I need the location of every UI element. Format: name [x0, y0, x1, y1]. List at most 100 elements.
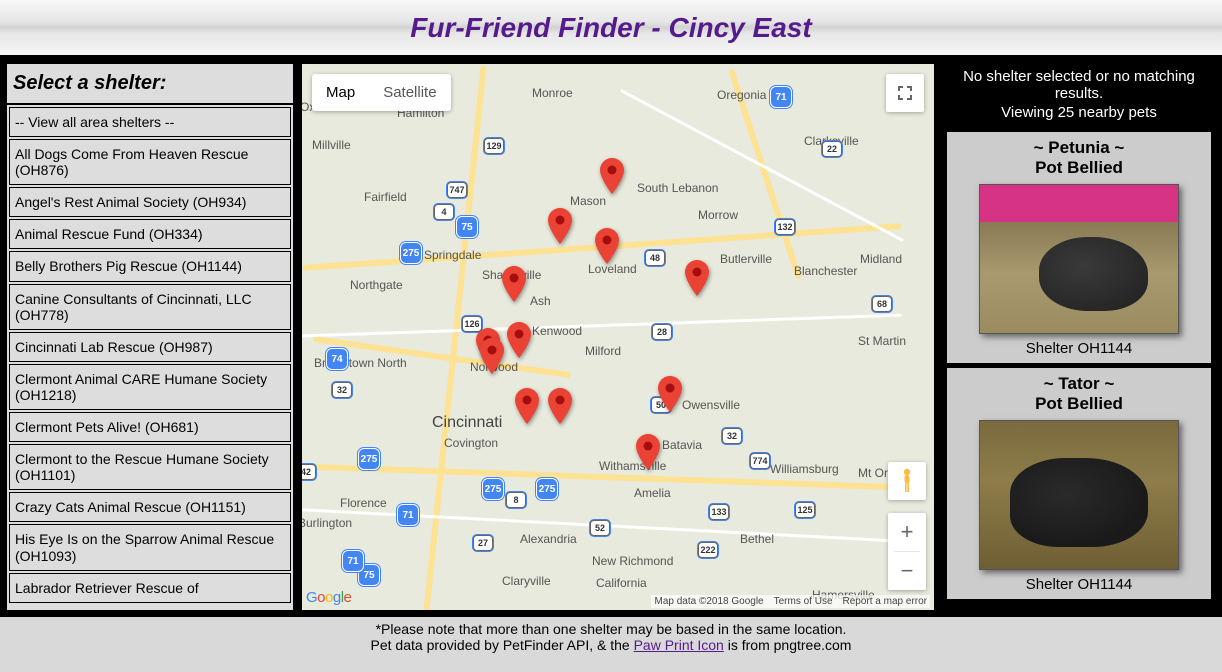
pet-card[interactable]: ~ Petunia ~Pot BelliedShelter OH1144: [947, 132, 1211, 363]
shelter-item[interactable]: -- View all area shelters --: [9, 107, 291, 137]
map-city-label: Midland: [860, 252, 902, 266]
zoom-in-button[interactable]: +: [888, 513, 926, 551]
map-city-label: St Martin: [858, 334, 906, 348]
footer-note: *Please note that more than one shelter …: [0, 621, 1222, 637]
pet-name: ~ Tator ~: [951, 374, 1207, 394]
map-city-label: Morrow: [698, 208, 738, 222]
pet-list: ~ Petunia ~Pot BelliedShelter OH1144~ Ta…: [943, 132, 1215, 599]
footer-credits: Pet data provided by PetFinder API, & th…: [0, 637, 1222, 653]
map-city-label: Burlington: [302, 516, 352, 530]
route-shield: 275: [400, 242, 422, 264]
shelter-item[interactable]: His Eye Is on the Sparrow Animal Rescue …: [9, 524, 291, 570]
pet-photo: [979, 184, 1179, 334]
map-type-switch: Map Satellite: [312, 74, 451, 111]
map-pin[interactable]: [595, 228, 619, 264]
results-sidebar[interactable]: No shelter selected or no matching resul…: [941, 62, 1217, 612]
map-type-map-button[interactable]: Map: [312, 74, 369, 111]
pegman-icon: [897, 468, 917, 494]
route-shield: 52: [590, 520, 610, 536]
shelter-item[interactable]: Clermont Animal CARE Humane Society (OH1…: [9, 364, 291, 410]
map-pin[interactable]: [548, 208, 572, 244]
fullscreen-button[interactable]: [886, 74, 924, 112]
map-report-link[interactable]: Report a map error: [843, 596, 927, 607]
map-city-label: Northgate: [350, 278, 403, 292]
map-city-label: Alexandria: [520, 532, 577, 546]
pet-card[interactable]: ~ Tator ~Pot BelliedShelter OH1144: [947, 368, 1211, 599]
results-count: Viewing 25 nearby pets: [943, 104, 1215, 127]
map-city-label: Claryville: [502, 574, 551, 588]
map-pin[interactable]: [658, 376, 682, 412]
route-shield: 71: [342, 550, 364, 572]
map-city-label: Bethel: [740, 532, 774, 546]
map-city-label: New Richmond: [592, 554, 673, 568]
route-shield: 71: [770, 86, 792, 108]
map-city-label: Owensville: [682, 398, 740, 412]
shelter-item[interactable]: Labrador Retriever Rescue of: [9, 573, 291, 603]
route-shield: 74: [326, 348, 348, 370]
route-shield: 48: [645, 250, 665, 266]
map-pin[interactable]: [685, 260, 709, 296]
shelter-sidebar[interactable]: Select a shelter: -- View all area shelt…: [5, 62, 295, 612]
results-status: No shelter selected or no matching resul…: [943, 64, 1215, 104]
shelter-item[interactable]: Clermont Pets Alive! (OH681): [9, 412, 291, 442]
app-title: Fur-Friend Finder - Cincy East: [410, 12, 811, 44]
map-data-text: Map data ©2018 Google: [654, 596, 763, 607]
map-pin[interactable]: [507, 322, 531, 358]
route-shield: 71: [397, 504, 419, 526]
route-shield: 125: [795, 502, 815, 518]
shelter-item[interactable]: All Dogs Come From Heaven Rescue (OH876): [9, 139, 291, 185]
map-pin[interactable]: [480, 338, 504, 374]
route-shield: 132: [775, 219, 795, 235]
map-city-label: Ash: [530, 294, 551, 308]
route-shield: 129: [484, 138, 504, 154]
main-layout: Select a shelter: -- View all area shelt…: [0, 57, 1222, 617]
map-city-label: Kenwood: [532, 324, 582, 338]
map-pin[interactable]: [515, 388, 539, 424]
shelter-list: -- View all area shelters --All Dogs Com…: [7, 107, 293, 603]
route-shield: 747: [447, 182, 467, 198]
map-city-label: Mason: [570, 194, 606, 208]
map-pin[interactable]: [502, 266, 526, 302]
shelter-item[interactable]: Animal Rescue Fund (OH334): [9, 219, 291, 249]
shelter-item[interactable]: Belly Brothers Pig Rescue (OH1144): [9, 251, 291, 281]
shelter-item[interactable]: Crazy Cats Animal Rescue (OH1151): [9, 492, 291, 522]
map-city-label: Williamsburg: [770, 462, 839, 476]
shelter-item[interactable]: Canine Consultants of Cincinnati, LLC (O…: [9, 284, 291, 330]
zoom-out-button[interactable]: −: [888, 552, 926, 590]
map-terms-link[interactable]: Terms of Use: [774, 596, 833, 607]
map-city-label: Butlerville: [720, 252, 772, 266]
pet-name: ~ Petunia ~: [951, 138, 1207, 158]
map-city-label: Florence: [340, 496, 387, 510]
route-shield: 133: [709, 504, 729, 520]
app-header: Fur-Friend Finder - Cincy East: [0, 0, 1222, 57]
streetview-pegman[interactable]: [888, 462, 926, 500]
map-city-label: Covington: [444, 436, 498, 450]
map-pin[interactable]: [600, 158, 624, 194]
map-city-label: Amelia: [634, 486, 671, 500]
map-pin[interactable]: [636, 434, 660, 470]
fullscreen-icon: [897, 85, 913, 101]
route-shield: 774: [750, 453, 770, 469]
map-city-label: Monroe: [532, 86, 573, 100]
shelter-item[interactable]: Clermont to the Rescue Humane Society (O…: [9, 444, 291, 490]
map-pin[interactable]: [548, 388, 572, 424]
route-shield: 275: [358, 448, 380, 470]
pet-photo: [979, 420, 1179, 570]
route-shield: 27: [473, 535, 493, 551]
shelter-item[interactable]: Angel's Rest Animal Society (OH934): [9, 187, 291, 217]
route-shield: 275: [536, 478, 558, 500]
route-shield: 4: [434, 204, 454, 220]
route-shield: 32: [722, 428, 742, 444]
paw-print-link[interactable]: Paw Print Icon: [634, 637, 724, 653]
map-city-label: Fairfield: [364, 190, 407, 204]
zoom-controls: + −: [888, 513, 926, 590]
map-city-label: Loveland: [588, 262, 637, 276]
route-shield: 222: [698, 542, 718, 558]
map-canvas[interactable]: CincinnatiCovingtonHamiltonOxfordMillvil…: [302, 64, 934, 610]
shelter-item[interactable]: Cincinnati Lab Rescue (OH987): [9, 332, 291, 362]
route-shield: 22: [822, 141, 842, 157]
route-shield: 42: [302, 464, 316, 480]
map-container[interactable]: CincinnatiCovingtonHamiltonOxfordMillvil…: [300, 62, 936, 612]
map-type-satellite-button[interactable]: Satellite: [369, 74, 450, 111]
map-city-label: South Lebanon: [637, 181, 718, 195]
